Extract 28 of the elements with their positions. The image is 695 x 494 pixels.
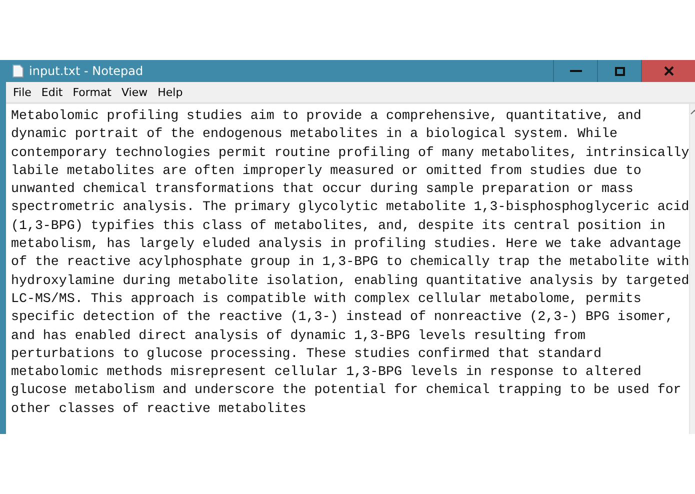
menu-item[interactable]: File <box>8 86 36 98</box>
text-line: other classes of reactive metabolites <box>11 400 308 418</box>
text-line: of the reactive acylphosphate group in 1,3-BPG to chemically trap the metabolite with <box>11 253 690 272</box>
document-icon <box>12 64 24 78</box>
text-line: dynamic portrait of the endogenous metabolites in a biological system. While <box>11 125 618 144</box>
close-icon <box>664 66 674 76</box>
text-line: LC-MS/MS. This approach is compatible with complex cellular metabolome, permits <box>11 290 642 308</box>
text-line: unwanted chemical transformations that occur during sample preparation or mass <box>11 180 634 198</box>
text-line: glucose metabolism and underscore the potential for chemical trapping to be used for <box>11 381 682 400</box>
text-line: labile metabolites are often improperly measured or omitted from studies due to <box>11 162 642 180</box>
text-line: Metabolomic profiling studies aim to provide a comprehensive, quantitative, and <box>11 107 642 125</box>
text-line: metabolomic methods misrepresent cellular 1,3-BPG levels in response to altered <box>11 363 642 382</box>
text-line: metabolism, has largely eluded analysis in profiling studies. Here we take advantage <box>11 235 682 254</box>
menu-item[interactable]: Format <box>68 86 116 98</box>
text-line: perturbations to glucose processing. These studies confirmed that standard <box>11 344 602 363</box>
text-line: specific detection of the reactive (1,3-) instead of nonreactive (2,3-) BPG isomer, <box>11 308 674 326</box>
menu-item[interactable]: Help <box>152 86 188 98</box>
menu-item[interactable]: View <box>116 86 153 98</box>
window-title: input.txt - Notepad <box>29 64 144 78</box>
text-line: spectrometric analysis. The primary glycolytic metabolite 1,3-bisphosphoglyceric acid <box>11 198 690 216</box>
maximize-icon <box>614 66 624 76</box>
close-button[interactable] <box>641 60 695 82</box>
text-line: (1,3-BPG) typifies this class of metabolites, and, despite its central position in <box>11 216 666 235</box>
text-line: contemporary technologies permit routine profiling of many metabolites, intrinsically <box>11 144 690 162</box>
text-line: and has enabled direct analysis of dynamic 1,3-BPG levels resulting from <box>11 326 587 345</box>
menu-item[interactable]: Edit <box>36 86 68 98</box>
text-line: hydroxylamine during metabolite isolation, enabling quantitative analysis by targeted <box>11 272 690 290</box>
minimize-icon <box>570 69 582 73</box>
